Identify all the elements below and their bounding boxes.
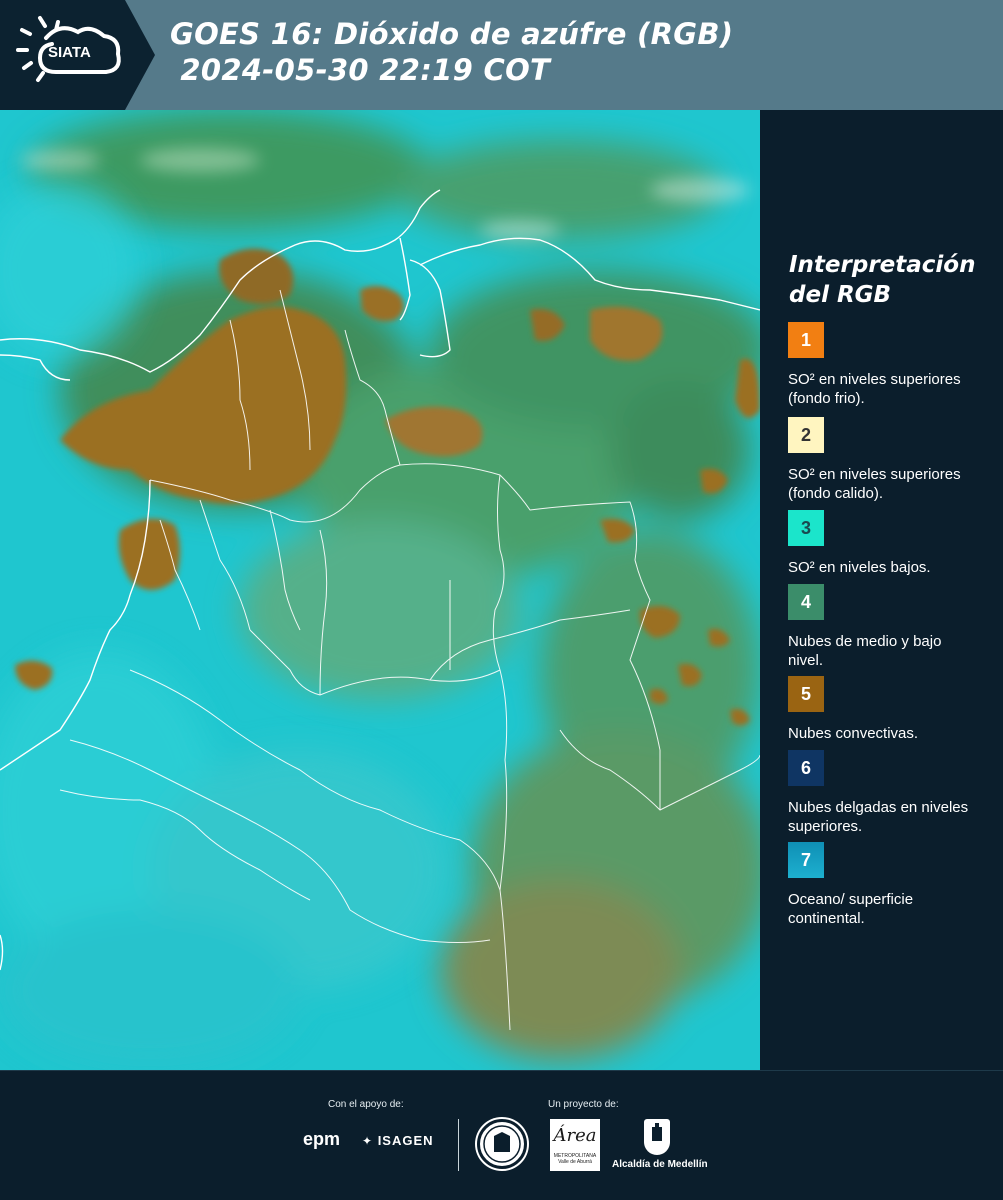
legend-item-4: 4 Nubes de medio y bajo nivel. xyxy=(788,584,988,670)
medellin-seal-icon xyxy=(477,1119,527,1169)
legend-label-1: SO² en niveles superiores (fondo frio). xyxy=(788,371,961,407)
legend-swatch-7: 7 xyxy=(788,842,824,878)
project-label: Un proyecto de: xyxy=(548,1099,619,1110)
legend-swatch-1: 1 xyxy=(788,322,824,358)
footer: Con el apoyo de: Un proyecto de: epm ✦ I… xyxy=(0,1070,1003,1200)
legend-label-6: Nubes delgadas en niveles superiores. xyxy=(788,799,969,835)
legend-item-6: 6 Nubes delgadas en niveles superiores. xyxy=(788,750,988,836)
legend-item-3: 3 SO² en niveles bajos. xyxy=(788,510,988,577)
isagen-logo: ✦ ISAGEN xyxy=(362,1133,434,1148)
legend-label-4: Nubes de medio y bajo nivel. xyxy=(788,633,942,669)
siata-logo: SIATA xyxy=(0,0,125,110)
area-logo-title: Área xyxy=(553,1125,597,1146)
support-label: Con el apoyo de: xyxy=(328,1099,404,1110)
legend-item-7: 7 Oceano/ superficie continental. xyxy=(788,842,988,928)
legend-swatch-3: 3 xyxy=(788,510,824,546)
legend-item-5: 5 Nubes convectivas. xyxy=(788,676,988,743)
satellite-map[interactable] xyxy=(0,110,760,1070)
legend-title: Interpretación del RGB xyxy=(789,252,976,308)
epm-logo: epm xyxy=(303,1129,341,1149)
legend-label-5: Nubes convectivas. xyxy=(788,725,919,742)
logo-chevron xyxy=(125,0,155,110)
satellite-rgb-image xyxy=(0,110,760,1070)
legend-label-2: SO² en niveles superiores (fondo calido)… xyxy=(788,466,961,502)
title-line-1: GOES 16: Dióxido de azúfre (RGB) xyxy=(170,17,734,51)
legend-swatch-5: 5 xyxy=(788,676,824,712)
legend-panel: Interpretación del RGB 1 SO² en niveles … xyxy=(760,110,1003,1070)
area-logo-subtitle: METROPOLITANA Valle de Aburrá xyxy=(553,1153,597,1165)
legend-swatch-4: 4 xyxy=(788,584,824,620)
isagen-icon: ✦ xyxy=(362,1134,374,1148)
page-title: GOES 16: Dióxido de azúfre (RGB) 2024-05… xyxy=(170,16,733,88)
header-bar: SIATA GOES 16: Dióxido de azúfre (RGB) 2… xyxy=(0,0,1003,110)
area-metropolitana-logo: Área METROPOLITANA Valle de Aburrá xyxy=(550,1119,600,1171)
alcaldia-logo-text: Alcaldía de Medellín xyxy=(612,1159,708,1170)
legend-swatch-2: 2 xyxy=(788,417,824,453)
legend-swatch-6: 6 xyxy=(788,750,824,786)
footer-divider xyxy=(458,1119,459,1171)
legend-label-3: SO² en niveles bajos. xyxy=(788,559,931,576)
alcaldia-shield-icon xyxy=(644,1119,670,1155)
title-line-2: 2024-05-30 22:19 COT xyxy=(170,53,551,87)
isagen-logo-text: ISAGEN xyxy=(377,1133,434,1148)
legend-item-2: 2 SO² en niveles superiores (fondo calid… xyxy=(788,417,988,503)
legend-item-1: 1 SO² en niveles superiores (fondo frio)… xyxy=(788,322,988,408)
siata-logo-text: SIATA xyxy=(48,44,91,61)
legend-label-7: Oceano/ superficie continental. xyxy=(788,891,914,927)
